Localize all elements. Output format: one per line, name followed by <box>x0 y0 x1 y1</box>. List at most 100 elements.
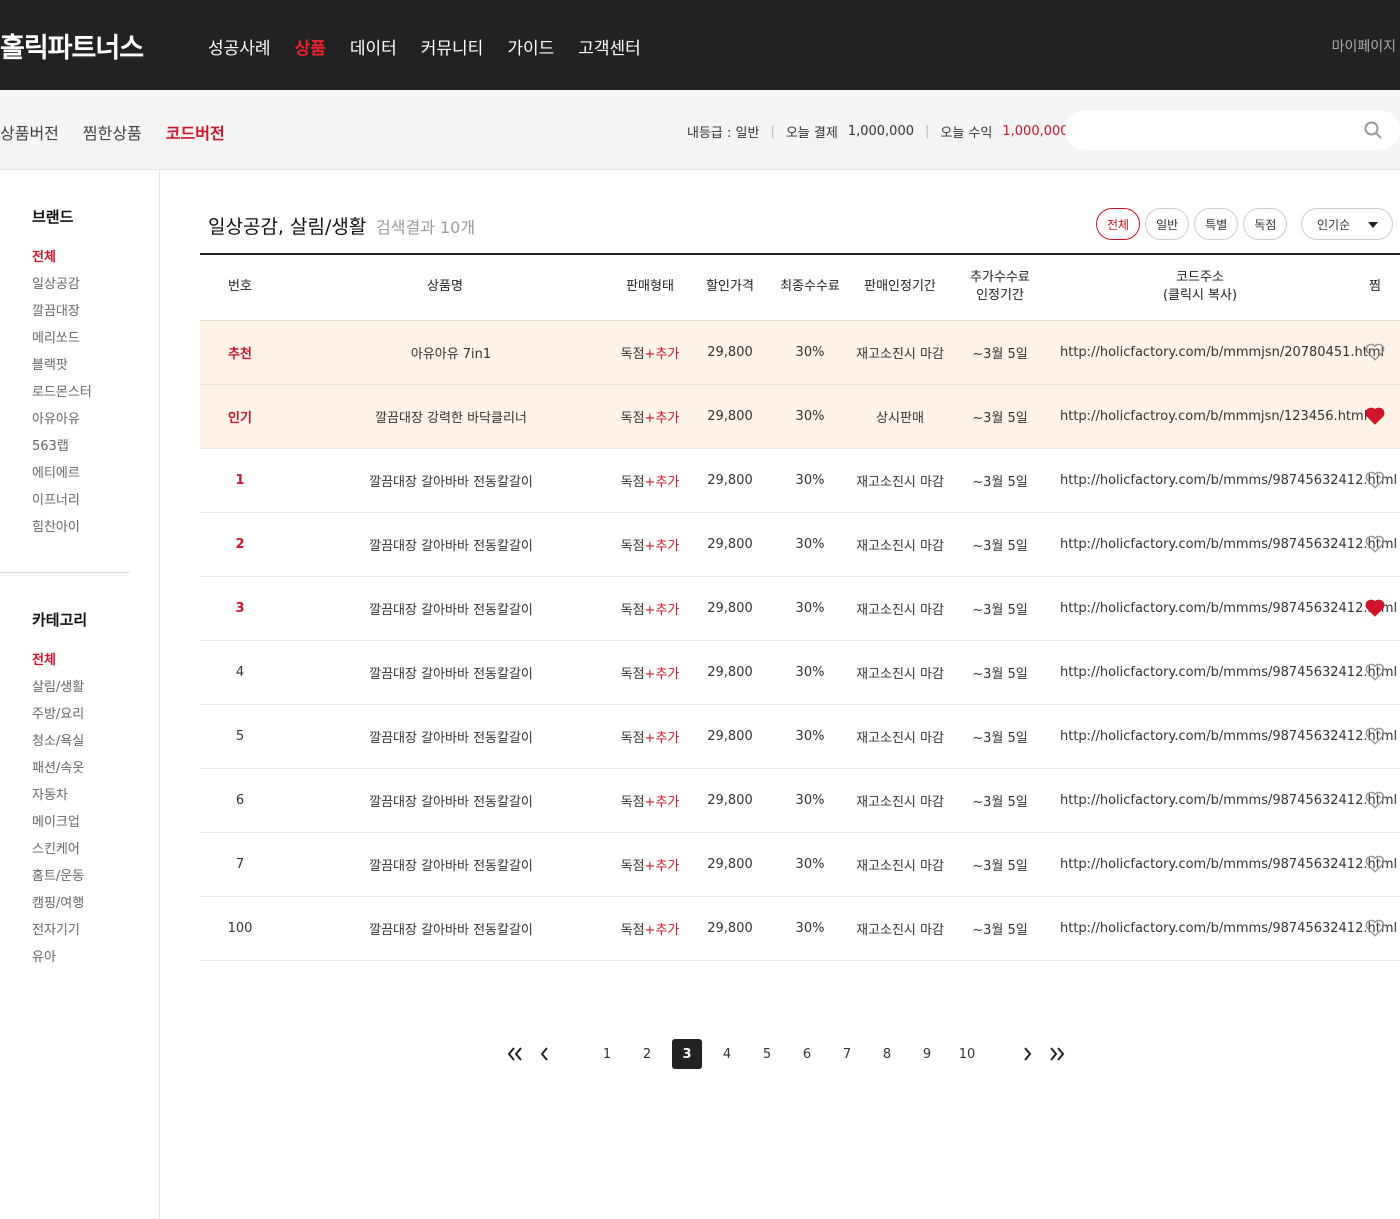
product-name: 깔끔대장 갈아바바 전동칼갈이 <box>369 858 533 874</box>
sidebar-category-item[interactable]: 자동차 <box>32 782 84 809</box>
category-list: 전체 살림/생활 주방/요리 청소/욕실 패션/속옷 자동차 메이크업 스킨케어 홈트/운동 캠핑… <box>32 647 84 971</box>
sidebar-brand-item[interactable]: 아유아유 <box>32 406 92 433</box>
code-url[interactable]: http://holicfactory.com/b/mmms/987456324… <box>1050 576 1397 640</box>
logo[interactable]: 홀릭파트너스 <box>0 26 144 65</box>
sidebar-brand-item[interactable]: 메리쏘드 <box>32 325 92 352</box>
page-number[interactable]: 4 <box>712 1039 742 1069</box>
page-number[interactable]: 3 <box>672 1039 702 1069</box>
heart-icon[interactable] <box>1365 663 1385 681</box>
sale-type-add: +추가 <box>644 922 680 938</box>
grade-label: 내등급 : 일반 <box>687 126 760 141</box>
sale-type-label: 독점 <box>620 730 645 746</box>
extra-period: ~3월 5일 <box>972 922 1028 938</box>
page-number[interactable]: 5 <box>752 1039 782 1069</box>
nav-item-community[interactable]: 커뮤니티 <box>421 34 484 59</box>
sidebar-brand-item[interactable]: 일상공감 <box>32 271 92 298</box>
code-url[interactable]: http://holicfactory.com/b/mmms/987456324… <box>1050 768 1397 832</box>
heart-icon[interactable] <box>1365 791 1385 809</box>
sidebar-category-item[interactable]: 스킨케어 <box>32 836 84 863</box>
tab-wishlist[interactable]: 찜한상품 <box>83 120 142 144</box>
code-url[interactable]: http://holicfactory.com/b/mmms/987456324… <box>1050 832 1397 896</box>
view-tabs: 상품버전 찜한상품 코드버전 <box>0 120 249 144</box>
heart-icon[interactable] <box>1365 471 1385 489</box>
sidebar-category-item[interactable]: 살림/생활 <box>32 674 84 701</box>
price: 29,800 <box>707 472 753 488</box>
sidebar-brand-item[interactable]: 563랩 <box>32 433 92 460</box>
last-page-icon[interactable] <box>1042 1039 1072 1069</box>
page-number[interactable]: 7 <box>832 1039 862 1069</box>
code-url[interactable]: http://holicfactory.com/b/mmms/987456324… <box>1050 640 1397 704</box>
table-row: 100 깔끔대장 갈아바바 전동칼갈이 독점+추가 29,800 30% 재고소진시 마감… <box>200 896 1400 960</box>
sale-period: 재고소진시 마감 <box>856 666 944 682</box>
page-number[interactable]: 1 <box>592 1039 622 1069</box>
nav-item-data[interactable]: 데이터 <box>350 34 397 59</box>
sidebar-brand-item[interactable]: 로드몬스터 <box>32 379 92 406</box>
row-number: 인기 <box>228 410 252 426</box>
sidebar-brand-item[interactable]: 깔끔대장 <box>32 298 92 325</box>
nav-item-support[interactable]: 고객센터 <box>578 34 641 59</box>
sidebar-category-item[interactable]: 전체 <box>32 647 84 674</box>
sidebar-category-item[interactable]: 패션/속옷 <box>32 755 84 782</box>
nav-item-products[interactable]: 상품 <box>295 34 326 59</box>
row-number: 1 <box>235 472 245 488</box>
page-number[interactable]: 10 <box>952 1039 982 1069</box>
sidebar-brand-item[interactable]: 이프너리 <box>32 487 92 514</box>
page-number[interactable]: 6 <box>792 1039 822 1069</box>
tab-code-version[interactable]: 코드버전 <box>166 120 225 144</box>
sale-period: 재고소진시 마감 <box>856 538 944 554</box>
heart-icon[interactable] <box>1365 599 1385 617</box>
first-page-icon[interactable] <box>500 1039 530 1069</box>
heart-icon[interactable] <box>1365 535 1385 553</box>
heart-icon[interactable] <box>1365 727 1385 745</box>
table-row: 6 깔끔대장 갈아바바 전동칼갈이 독점+추가 29,800 30% 재고소진시 마감 ~3… <box>200 768 1400 832</box>
sort-dropdown[interactable]: 인기순 <box>1301 208 1393 240</box>
mypage-link[interactable]: 마이페이지 <box>1332 36 1396 56</box>
search-input[interactable] <box>1065 110 1400 150</box>
header-price: 할인가격 <box>706 279 754 295</box>
sidebar-category-item[interactable]: 캠핑/여행 <box>32 890 84 917</box>
sidebar-brand-item[interactable]: 전체 <box>32 244 92 271</box>
sale-type: 독점+추가 <box>610 704 690 768</box>
sale-type-label: 독점 <box>620 474 645 490</box>
sidebar-brand-item[interactable]: 에티에르 <box>32 460 92 487</box>
heart-icon[interactable] <box>1365 343 1385 361</box>
filter-special[interactable]: 특별 <box>1194 208 1239 240</box>
commission: 30% <box>795 472 825 488</box>
code-url[interactable]: http://holicfactory.com/b/mmms/987456324… <box>1050 448 1397 512</box>
page-number[interactable]: 2 <box>632 1039 662 1069</box>
table-header-row: 번호 상품명 판매형태 할인가격 최종수수료 판매인정기간 추가수수료 인정기간 … <box>200 254 1400 320</box>
today-payment-label: 오늘 결제 <box>785 126 838 141</box>
sidebar-category-item[interactable]: 전자기기 <box>32 917 84 944</box>
sidebar-category-item[interactable]: 홈트/운동 <box>32 863 84 890</box>
code-url[interactable]: http://holicfactory.com/b/mmms/987456324… <box>1050 704 1397 768</box>
search-icon[interactable] <box>1364 121 1382 139</box>
code-url[interactable]: http://holicfactory.com/b/mmmjsn/2078045… <box>1050 320 1384 384</box>
page-number[interactable]: 9 <box>912 1039 942 1069</box>
header-name: 상품명 <box>427 279 463 295</box>
prev-page-icon[interactable] <box>530 1039 560 1069</box>
code-url[interactable]: http://holicfactory.com/b/mmms/987456324… <box>1050 512 1397 576</box>
sale-type: 독점+추가 <box>610 640 690 704</box>
sidebar-brand-item[interactable]: 힘찬아이 <box>32 514 92 541</box>
tab-product-version[interactable]: 상품버전 <box>0 120 59 144</box>
heart-icon[interactable] <box>1365 855 1385 873</box>
sidebar-category-item[interactable]: 주방/요리 <box>32 701 84 728</box>
filter-normal[interactable]: 일반 <box>1145 208 1190 240</box>
sidebar-brand-item[interactable]: 블랙팟 <box>32 352 92 379</box>
sidebar-category-item[interactable]: 메이크업 <box>32 809 84 836</box>
sidebar-category-item[interactable]: 청소/욕실 <box>32 728 84 755</box>
code-url[interactable]: http://holicfactroy.com/b/mmmjsn/123456.… <box>1050 384 1367 448</box>
nav-item-success-stories[interactable]: 성공사례 <box>208 34 271 59</box>
code-url[interactable]: http://holicfactory.com/b/mmms/987456324… <box>1050 896 1397 960</box>
sidebar-category-item[interactable]: 유아 <box>32 944 84 971</box>
filter-all[interactable]: 전체 <box>1096 208 1141 240</box>
extra-period: ~3월 5일 <box>972 474 1028 490</box>
product-name: 깔끔대장 갈아바바 전동칼갈이 <box>369 922 533 938</box>
filter-exclusive[interactable]: 독점 <box>1243 208 1288 240</box>
page-number[interactable]: 8 <box>872 1039 902 1069</box>
nav-item-guide[interactable]: 가이드 <box>507 34 554 59</box>
heart-icon[interactable] <box>1365 407 1385 425</box>
heart-icon[interactable] <box>1365 919 1385 937</box>
next-page-icon[interactable] <box>1012 1039 1042 1069</box>
row-number: 6 <box>235 792 245 808</box>
